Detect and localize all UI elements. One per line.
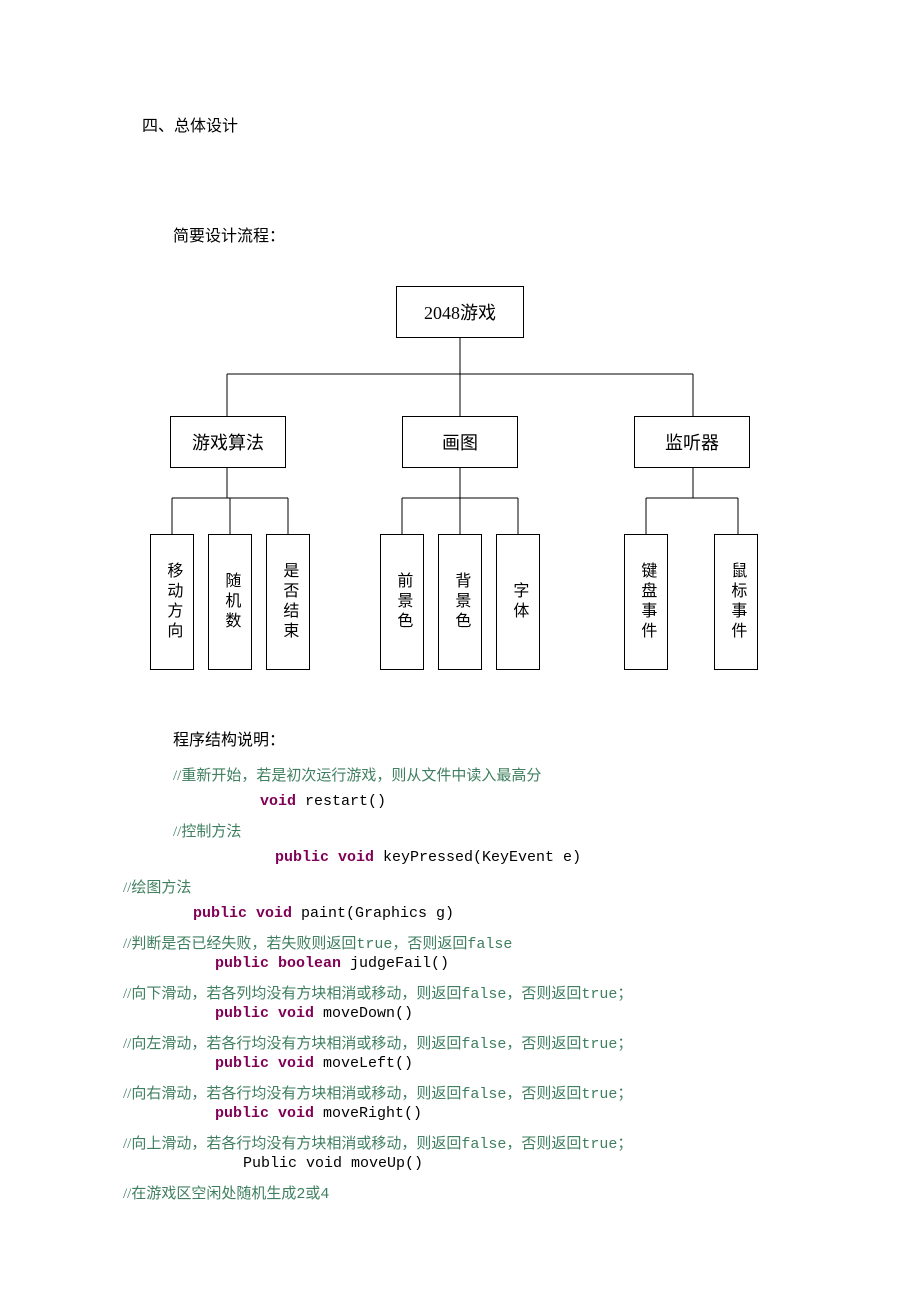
comment-restart: //重新开始，若是初次运行游戏，则从文件中读入最高分 xyxy=(173,764,920,785)
leaf-move-dir: 移动方向 xyxy=(150,534,194,670)
comment-control: //控制方法 xyxy=(173,820,920,841)
leaf-fgcolor: 前景色 xyxy=(380,534,424,670)
code-keypressed: public void keyPressed(KeyEvent e) xyxy=(275,849,920,866)
leaf-end: 是否结束 xyxy=(266,534,310,670)
connector-top xyxy=(130,338,790,416)
section-heading: 四、总体设计 xyxy=(142,112,920,136)
comment-judgefail: //判断是否已经失败，若失败则返回true，否则返回false document… xyxy=(123,932,920,953)
code-moveright: public void moveRight() xyxy=(215,1105,920,1122)
code-moveup: Public void moveUp() xyxy=(243,1155,920,1172)
node-listener: 监听器 xyxy=(634,416,750,468)
comment-moveleft: //向左滑动，若各行均没有方块相消或移动，则返回false，否则返回true； … xyxy=(123,1032,920,1053)
program-desc-title: 程序结构说明： xyxy=(173,726,920,750)
comment-movedown: //向下滑动，若各列均没有方块相消或移动，则返回false，否则返回true； … xyxy=(123,982,920,1003)
comment-moveright: //向右滑动，若各行均没有方块相消或移动，则返回false，否则返回true； … xyxy=(123,1082,920,1103)
comment-paint: //绘图方法 xyxy=(123,876,920,897)
comment-moveup: //向上滑动，若各行均没有方块相消或移动，则返回false，否则返回true； … xyxy=(123,1132,920,1153)
connector-bottom xyxy=(130,468,790,534)
subheading: 简要设计流程： xyxy=(173,222,920,246)
node-algorithm: 游戏算法 xyxy=(170,416,286,468)
code-judgefail: public boolean judgeFail() xyxy=(215,955,920,972)
code-paint: public void paint(Graphics g) xyxy=(193,905,920,922)
code-restart: void restart() xyxy=(260,793,920,810)
leaf-keyboard: 键盘事件 xyxy=(624,534,668,670)
code-movedown: public void moveDown() xyxy=(215,1005,920,1022)
leaf-random: 随机数 xyxy=(208,534,252,670)
tree-leaves: 移动方向 随机数 是否结束 前景色 背景色 字体 键盘事件 鼠标事件 xyxy=(130,534,790,670)
flowchart: 2048游戏 游戏算法 画图 监听器 移动方向 随机数 xyxy=(130,286,790,670)
tree-root: 2048游戏 xyxy=(396,286,524,338)
leaf-mouse: 鼠标事件 xyxy=(714,534,758,670)
leaf-bgcolor: 背景色 xyxy=(438,534,482,670)
node-draw: 画图 xyxy=(402,416,518,468)
code-moveleft: public void moveLeft() xyxy=(215,1055,920,1072)
leaf-font: 字体 xyxy=(496,534,540,670)
tree-level2: 游戏算法 画图 监听器 xyxy=(170,416,750,468)
comment-random24: //在游戏区空闲处随机生成2或4 document.currentScript.… xyxy=(123,1182,920,1203)
